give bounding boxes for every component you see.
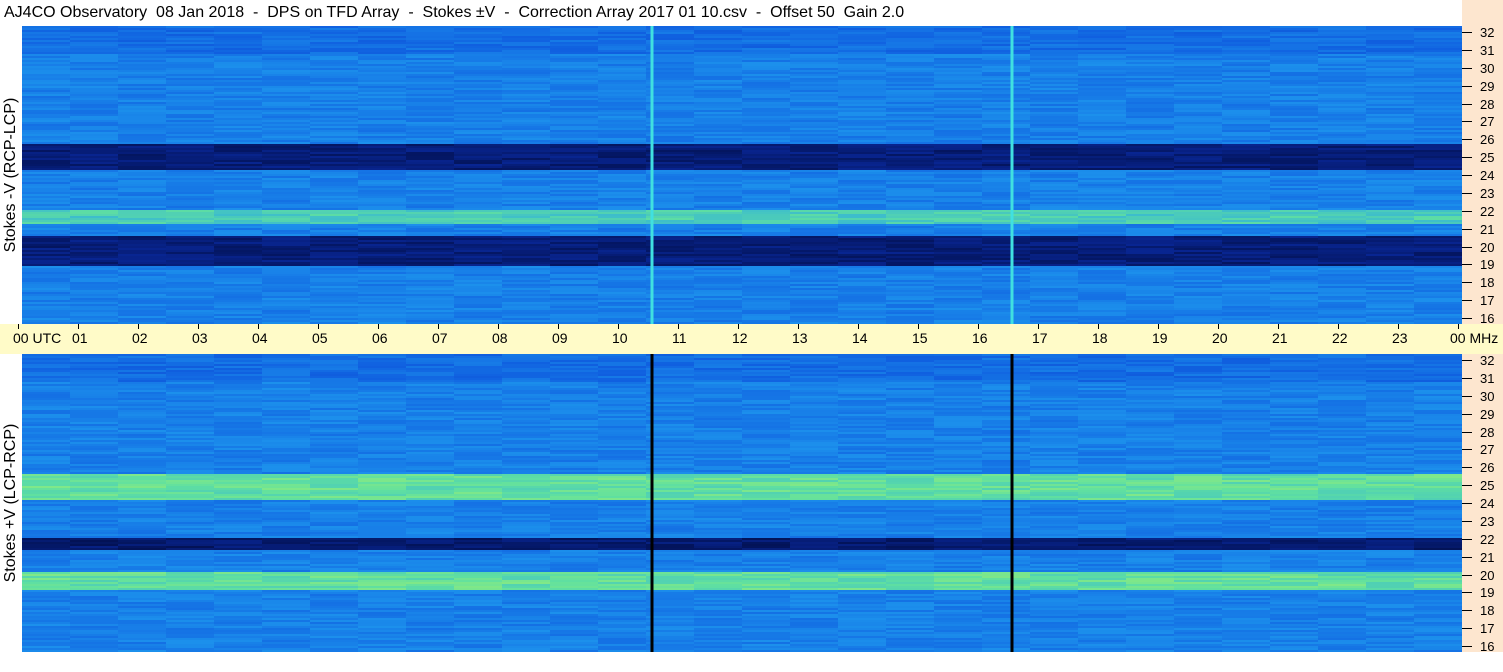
spectrogram-top-svg (22, 26, 1462, 324)
spectrogram-top (22, 26, 1462, 324)
y-axis-label-top-text: Stokes -V (RCP-LCP) (2, 97, 19, 253)
spectrogram-bottom (22, 354, 1462, 652)
spectrogram-top-vertical-line-2 (1010, 26, 1014, 324)
y-axis-label-top: Stokes -V (RCP-LCP) (0, 26, 22, 324)
top-corner (1462, 0, 1503, 26)
spectrogram-top-vertical-line-1 (650, 26, 654, 324)
chart-title: AJ4CO Observatory 08 Jan 2018 - DPS on T… (4, 4, 905, 21)
y-axis-label-bottom: Stokes +V (LCP-RCP) (0, 354, 22, 652)
y-axis-label-bottom-text: Stokes +V (LCP-RCP) (2, 423, 19, 583)
spectrogram-bottom-svg (22, 354, 1462, 652)
